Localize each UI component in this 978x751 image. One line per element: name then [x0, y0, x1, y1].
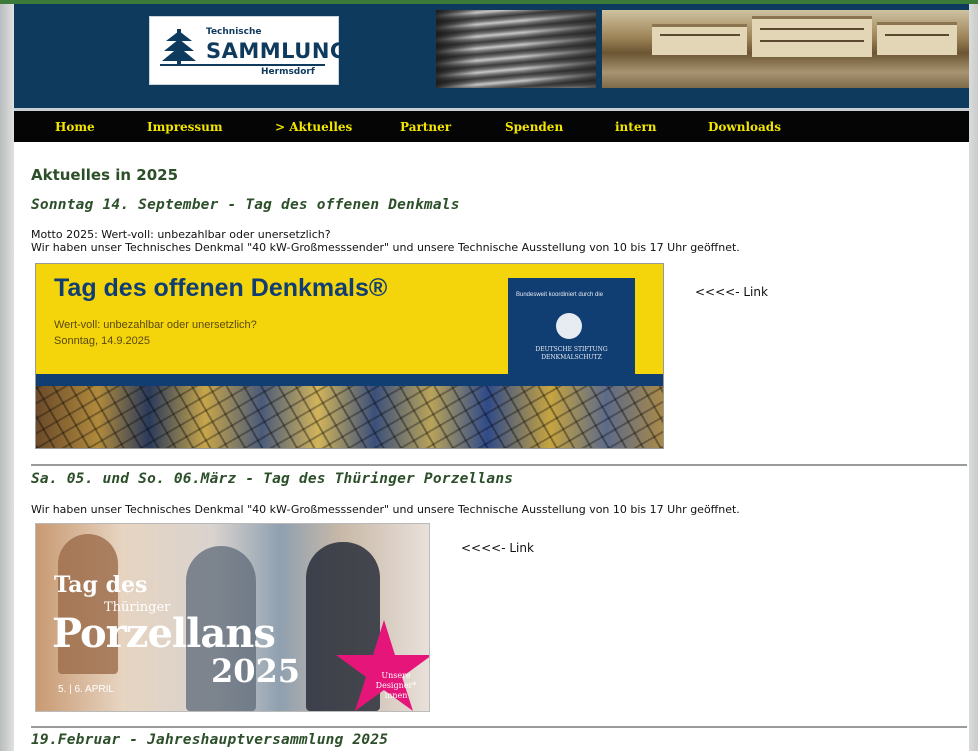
porzellan-banner-image[interactable]: Tag des Thüringer Porzellans 2025 5. | 6… [35, 523, 430, 712]
page: Technische SAMMLUNG Hermsdorf Home Impre… [14, 4, 969, 751]
site-header: Technische SAMMLUNG Hermsdorf [14, 4, 969, 108]
porzellan-link[interactable]: <<<<- Link [461, 541, 534, 555]
banner2-text-porzellans: Porzellans [52, 610, 276, 657]
section-divider [31, 464, 967, 466]
section-text-porzellan: Wir haben unser Technisches Denkmal "40 … [31, 503, 740, 516]
star-badge-text: Unsere Designer* innen [375, 671, 417, 700]
section-text-motto: Motto 2025: Wert-voll: unbezahlbar oder … [31, 228, 331, 241]
header-photo-insulator [436, 10, 596, 88]
banner-mosaic-photo [36, 386, 663, 448]
page-title: Aktuelles in 2025 [31, 166, 179, 184]
tower-logo-icon [162, 29, 196, 65]
banner2-text-tag-des: Tag des [54, 572, 148, 598]
nav-item-spenden[interactable]: Spenden [505, 120, 563, 134]
banner-blue-strip [36, 374, 663, 386]
nav-item-intern[interactable]: intern [615, 120, 657, 134]
stiftung-name: DEUTSCHE STIFTUNG DENKMALSCHUTZ [535, 346, 608, 361]
header-photo-factory [602, 10, 969, 88]
logo-divider [160, 64, 325, 66]
section-heading-porzellan: Sa. 05. und So. 06.März - Tag des Thürin… [31, 471, 514, 487]
section-text-open-hours: Wir haben unser Technisches Denkmal "40 … [31, 241, 740, 254]
site-logo[interactable]: Technische SAMMLUNG Hermsdorf [149, 16, 347, 85]
main-nav: Home Impressum > Aktuelles Partner Spend… [14, 111, 969, 142]
section-heading-denkmal: Sonntag 14. September - Tag des offenen … [31, 197, 460, 213]
logo-text-technische: Technische [206, 27, 262, 37]
stiftung-emblem-icon [556, 313, 582, 339]
banner-subtitle: Wert-voll: unbezahlbar oder unersetzlich… [54, 319, 257, 331]
logo-text-sammlung: SAMMLUNG [206, 39, 348, 63]
banner-date: Sonntag, 14.9.2025 [54, 335, 151, 347]
logo-text-hermsdorf: Hermsdorf [261, 67, 315, 77]
denkmal-banner-image[interactable]: Tag des offenen Denkmals® Wert-voll: unb… [35, 263, 664, 449]
nav-item-aktuelles[interactable]: > Aktuelles [275, 120, 352, 134]
nav-item-impressum[interactable]: Impressum [147, 120, 223, 134]
denkmal-link[interactable]: <<<<- Link [695, 285, 768, 299]
nav-item-downloads[interactable]: Downloads [708, 120, 781, 134]
stiftung-caption: Bundesweit koordiniert durch die [516, 292, 604, 298]
nav-item-home[interactable]: Home [55, 120, 95, 134]
nav-item-partner[interactable]: Partner [400, 120, 451, 134]
banner2-date: 5. | 6. APRIL [58, 684, 114, 695]
banner-title: Tag des offenen Denkmals® [54, 274, 388, 302]
banner2-text-year: 2025 [211, 652, 301, 690]
section-divider [31, 726, 967, 728]
section-heading-jahreshauptversammlung: 19.Februar - Jahreshauptversammlung 2025 [31, 732, 389, 748]
stiftung-logo-box: Bundesweit koordiniert durch die DEUTSCH… [508, 278, 635, 376]
